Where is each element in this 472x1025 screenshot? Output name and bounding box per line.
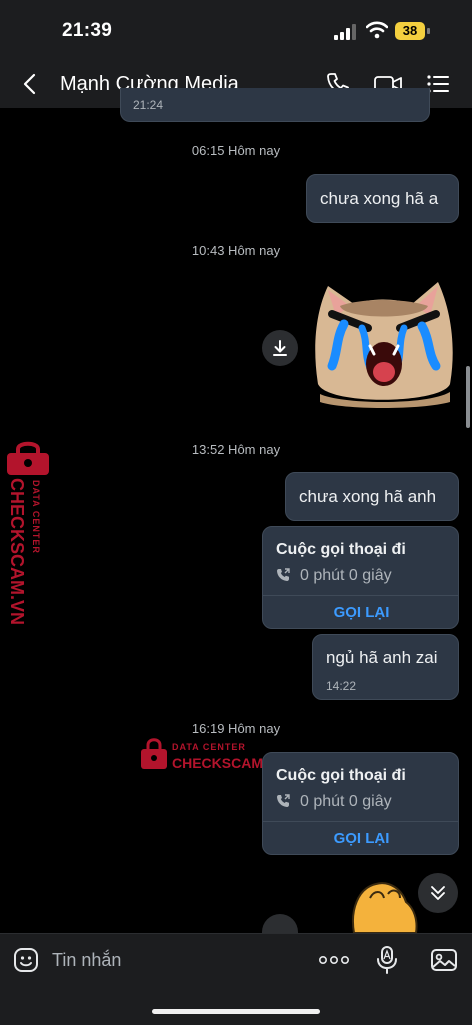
message-time: 21:24 [133,98,164,112]
chevron-double-down-icon [431,886,445,900]
call-card[interactable]: Cuộc gọi thoại đi 0 phút 0 giây GỌI LẠI [262,752,459,855]
phone-out-icon [277,568,290,581]
signal-icon [334,24,356,40]
call-back-button[interactable]: GỌI LẠI [263,830,460,847]
call-card[interactable]: Cuộc gọi thoại đi 0 phút 0 giây GỌI LẠI [262,526,459,629]
timestamp-divider: 06:15 Hôm nay [191,143,281,158]
call-card-divider [263,595,458,596]
scrollbar[interactable] [466,366,470,428]
message-bubble-sent[interactable]: chưa xong hã anh [285,472,459,521]
timestamp-divider: 10:43 Hôm nay [191,243,281,258]
status-time: 21:39 [62,20,113,41]
crying-cat-sticker[interactable] [310,276,458,410]
watermark-text: CHECKSCAM.VN [7,478,27,626]
call-duration: 0 phút 0 giây [300,567,392,584]
timestamp-divider: 16:19 Hôm nay [191,721,281,736]
lock-icon [141,738,167,769]
lock-icon [7,441,49,475]
watermark-subtext: DATA CENTER [31,480,41,554]
message-time: 14:22 [326,679,357,693]
battery-level: 38 [402,23,418,38]
watermark-subtext: DATA CENTER [172,742,246,752]
battery-indicator: 38 [395,22,431,40]
home-indicator [152,1009,320,1014]
more-icon[interactable] [318,950,350,970]
message-bubble-previous[interactable]: 21:24 [120,88,430,122]
scroll-to-bottom-button[interactable] [418,873,458,913]
timestamp-divider: 13:52 Hôm nay [191,442,281,457]
message-text: chưa xong hã anh [299,487,437,506]
wifi-icon [366,21,388,39]
call-title: Cuộc gọi thoại đi [276,541,406,558]
sticker-partial[interactable] [344,880,424,933]
download-button[interactable] [262,330,298,366]
phone-out-icon [277,794,290,807]
call-back-button[interactable]: GỌI LẠI [263,604,460,621]
call-duration: 0 phút 0 giây [300,793,392,810]
image-icon[interactable] [430,946,458,974]
chevron-left-icon[interactable] [18,72,42,96]
message-input[interactable]: Tin nhắn [52,950,121,971]
message-text: ngủ hã anh zai [326,648,438,667]
call-title: Cuộc gọi thoại đi [276,767,406,784]
message-text: chưa xong hã a [320,189,439,208]
message-bubble-sent[interactable]: chưa xong hã a [306,174,459,223]
download-icon [273,340,287,356]
call-card-divider [263,821,458,822]
mic-icon[interactable] [374,945,400,975]
message-bubble-sent[interactable]: ngủ hã anh zai 14:22 [312,634,459,700]
sticker-icon[interactable] [12,946,40,974]
